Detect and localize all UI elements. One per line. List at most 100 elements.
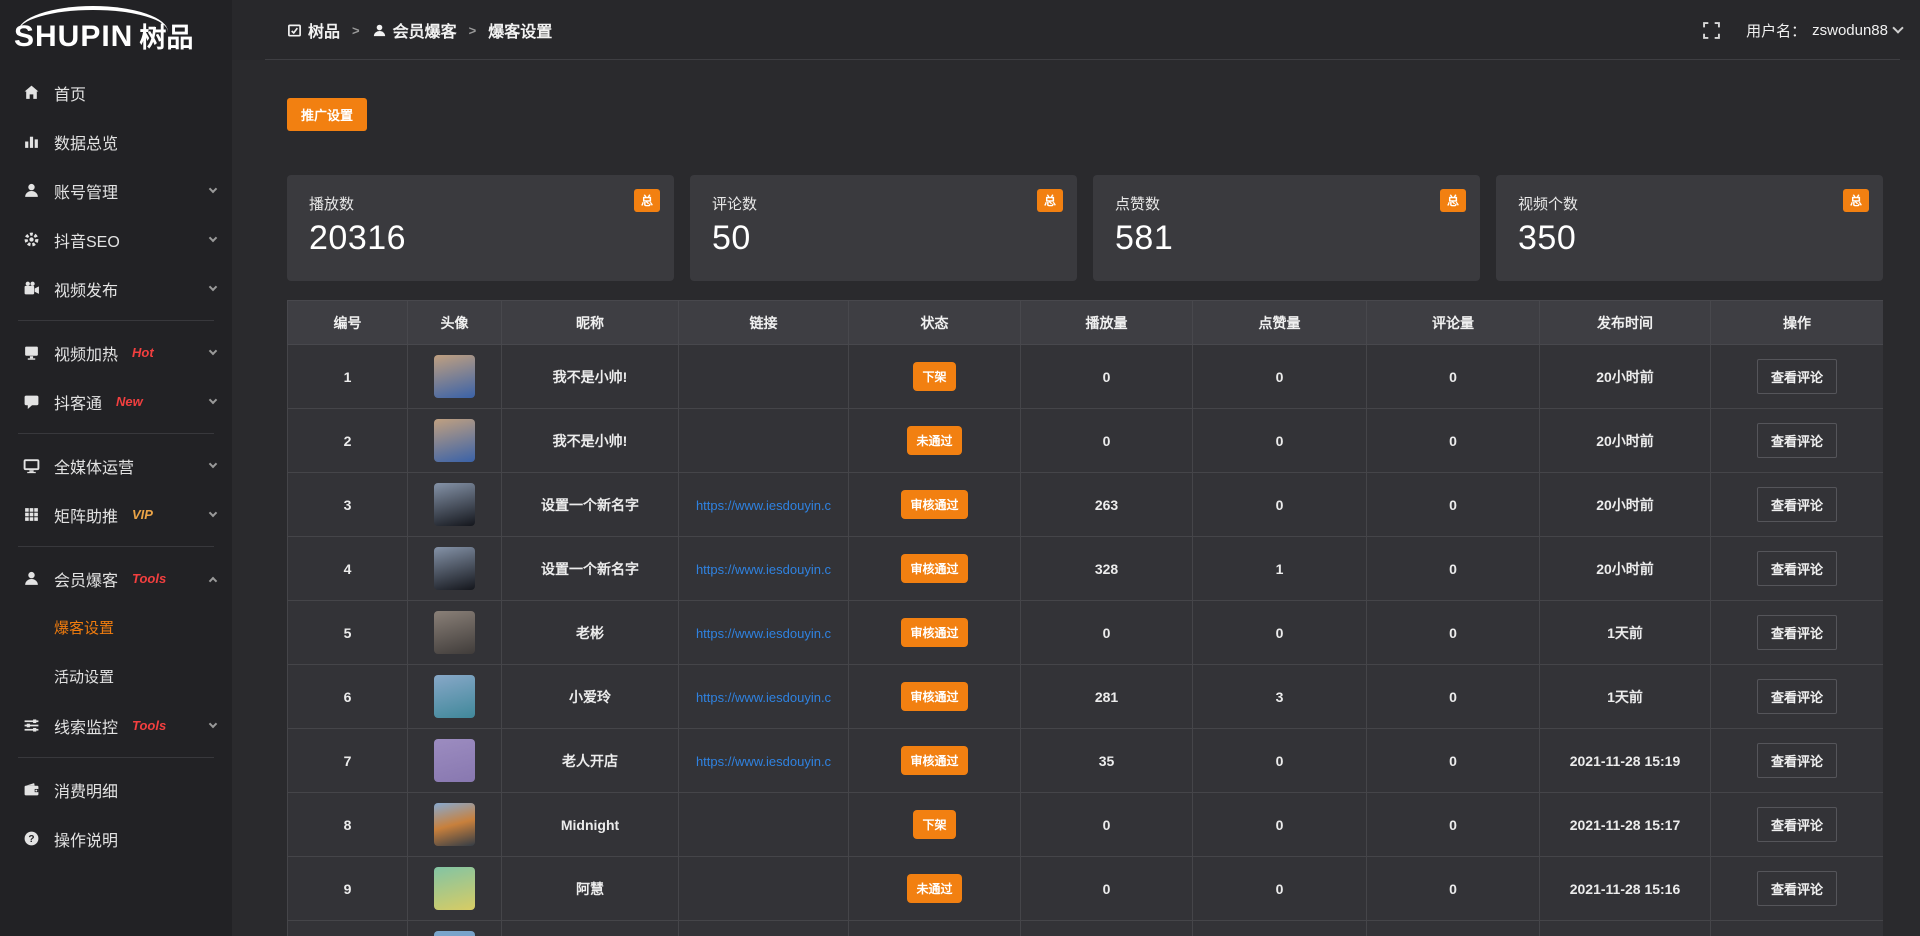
nickname: 设置一个新名字	[541, 561, 639, 577]
view-comments-button[interactable]: 查看评论	[1757, 551, 1837, 586]
publish-time: 2021-11-28 15:19	[1570, 753, 1681, 769]
column-header: 状态	[849, 301, 1021, 345]
sidebar-item-label: 首页	[54, 81, 86, 105]
sidebar-item-douyin-seo[interactable]: 抖音SEO	[0, 215, 232, 264]
sidebar-item-clue-monitor[interactable]: 线索监控Tools	[0, 701, 232, 750]
like-count: 1	[1276, 561, 1284, 577]
user-menu[interactable]: 用户名：zswodun88	[1746, 20, 1902, 41]
view-comments-button[interactable]: 查看评论	[1757, 615, 1837, 650]
nickname: 小爱玲	[569, 689, 611, 705]
view-comments-button[interactable]: 查看评论	[1757, 487, 1837, 522]
column-header: 点赞量	[1193, 301, 1367, 345]
profile-link[interactable]: https://www.iesdouyin.c	[696, 690, 831, 705]
table-header-row: 编号头像昵称链接状态播放量点赞量评论量发布时间操作	[288, 301, 1884, 345]
row-id: 4	[344, 561, 352, 577]
breadcrumb-label: 会员爆客	[393, 18, 457, 42]
sidebar-subitem-baoke-settings[interactable]: 爆客设置	[0, 603, 232, 652]
row-id: 3	[344, 497, 352, 513]
play-count: 281	[1095, 689, 1118, 705]
status-badge: 下架	[913, 810, 955, 839]
sidebar-item-label: 消费明细	[54, 778, 118, 802]
stat-cards: 播放数20316总评论数50总点赞数581总视频个数350总	[287, 175, 1883, 281]
sidebar-item-video-publish[interactable]: 视频发布	[0, 264, 232, 313]
stat-card-1: 评论数50总	[690, 175, 1077, 281]
comment-count: 0	[1449, 881, 1457, 897]
play-count: 0	[1103, 433, 1111, 449]
table-row	[288, 921, 1884, 936]
status-badge: 审核通过	[901, 554, 967, 583]
table-row: 9阿慧未通过0002021-11-28 15:16查看评论	[288, 857, 1884, 921]
avatar	[434, 611, 475, 654]
status-badge: 审核通过	[901, 490, 967, 519]
fullscreen-icon[interactable]	[1703, 22, 1720, 39]
nickname: 阿慧	[576, 881, 604, 897]
stat-label: 播放数	[309, 193, 654, 214]
table-row: 8Midnight下架0002021-11-28 15:17查看评论	[288, 793, 1884, 857]
status-badge: 下架	[913, 362, 955, 391]
play-count: 0	[1103, 881, 1111, 897]
publish-time: 20小时前	[1596, 433, 1654, 449]
like-count: 0	[1276, 497, 1284, 513]
comment-count: 0	[1449, 497, 1457, 513]
sidebar-item-label: 账号管理	[54, 179, 118, 203]
publish-time: 2021-11-28 15:17	[1570, 817, 1681, 833]
profile-link[interactable]: https://www.iesdouyin.c	[696, 562, 831, 577]
chevron-down-icon	[209, 508, 217, 516]
breadcrumb-label: 爆客设置	[488, 18, 552, 42]
column-header: 昵称	[502, 301, 679, 345]
view-comments-button[interactable]: 查看评论	[1757, 423, 1837, 458]
sidebar-item-label: 视频加热	[54, 341, 118, 365]
row-id: 6	[344, 689, 352, 705]
user-icon	[372, 23, 387, 38]
avatar	[434, 675, 475, 718]
column-header: 操作	[1711, 301, 1884, 345]
sidebar-item-consumption-details[interactable]: 消费明细	[0, 765, 232, 814]
status-badge: 审核通过	[901, 618, 967, 647]
sidebar-item-home[interactable]: 首页	[0, 68, 232, 117]
view-comments-button[interactable]: 查看评论	[1757, 871, 1837, 906]
sidebar-item-video-heating[interactable]: 视频加热Hot	[0, 328, 232, 377]
avatar	[434, 419, 475, 462]
breadcrumb-item-member-baoke[interactable]: 会员爆客	[372, 18, 457, 42]
sidebar-item-douketong[interactable]: 抖客通New	[0, 377, 232, 426]
sidebar-item-member-baoke[interactable]: 会员爆客Tools	[0, 554, 232, 603]
sidebar-item-matrix-boost[interactable]: 矩阵助推VIP	[0, 490, 232, 539]
table-row: 7老人开店https://www.iesdouyin.c审核通过35002021…	[288, 729, 1884, 793]
like-count: 0	[1276, 433, 1284, 449]
avatar	[434, 483, 475, 526]
table-container: 编号头像昵称链接状态播放量点赞量评论量发布时间操作 1我不是小帅!下架00020…	[287, 300, 1883, 936]
comment-count: 0	[1449, 817, 1457, 833]
sliders-icon	[22, 717, 40, 734]
play-count: 263	[1095, 497, 1118, 513]
total-badge: 总	[1843, 189, 1869, 212]
like-count: 0	[1276, 817, 1284, 833]
bar-chart-icon	[22, 133, 40, 150]
sidebar-item-operation-guide[interactable]: ?操作说明	[0, 814, 232, 863]
member-icon	[22, 570, 40, 587]
publish-time: 20小时前	[1596, 561, 1654, 577]
menu-divider	[18, 320, 214, 321]
sidebar-subitem-activity-settings[interactable]: 活动设置	[0, 652, 232, 701]
view-comments-button[interactable]: 查看评论	[1757, 359, 1837, 394]
profile-link[interactable]: https://www.iesdouyin.c	[696, 626, 831, 641]
chevron-down-icon	[209, 459, 217, 467]
view-comments-button[interactable]: 查看评论	[1757, 679, 1837, 714]
comment-count: 0	[1449, 561, 1457, 577]
breadcrumb-item-shupin[interactable]: 树品	[287, 18, 340, 42]
chevron-up-icon	[209, 576, 217, 584]
profile-link[interactable]: https://www.iesdouyin.c	[696, 754, 831, 769]
profile-link[interactable]: https://www.iesdouyin.c	[696, 498, 831, 513]
total-badge: 总	[1440, 189, 1466, 212]
breadcrumb-separator: >	[350, 23, 362, 38]
view-comments-button[interactable]: 查看评论	[1757, 743, 1837, 778]
comment-count: 0	[1449, 433, 1457, 449]
nickname: 设置一个新名字	[541, 497, 639, 513]
sidebar-item-data-overview[interactable]: 数据总览	[0, 117, 232, 166]
stat-card-2: 点赞数581总	[1093, 175, 1480, 281]
view-comments-button[interactable]: 查看评论	[1757, 807, 1837, 842]
sidebar-item-all-media-operation[interactable]: 全媒体运营	[0, 441, 232, 490]
promo-settings-button[interactable]: 推广设置	[287, 98, 367, 131]
play-count: 0	[1103, 369, 1111, 385]
sidebar-item-account-management[interactable]: 账号管理	[0, 166, 232, 215]
status-badge: 未通过	[907, 874, 961, 903]
